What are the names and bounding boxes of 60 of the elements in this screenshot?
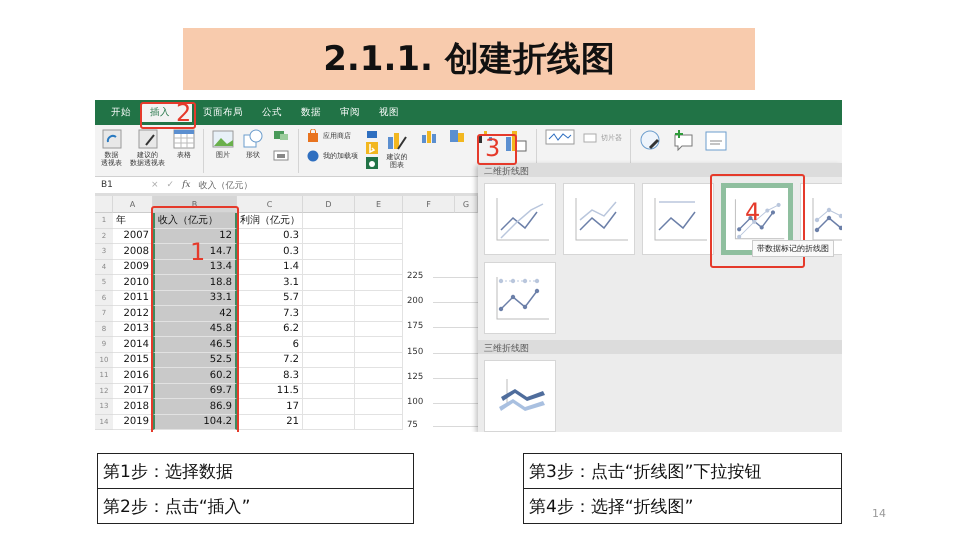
step-number: 4 bbox=[745, 200, 760, 224]
table-cell: 104.2 bbox=[153, 414, 237, 430]
table-cell: 8.3 bbox=[237, 368, 303, 384]
section-header: 二维折线图 bbox=[478, 163, 842, 177]
table-cell: 42 bbox=[153, 306, 237, 322]
axis-label: 200 bbox=[407, 296, 424, 306]
table-cell: 6.2 bbox=[237, 322, 303, 337]
page-number: 14 bbox=[872, 507, 886, 520]
axis-label: 100 bbox=[407, 397, 424, 407]
table-cell: 46.5 bbox=[153, 337, 237, 352]
table-cell: 1.4 bbox=[237, 260, 303, 275]
formula-content[interactable]: 收入（亿元） bbox=[198, 178, 253, 192]
table-cell: 3.1 bbox=[237, 275, 303, 290]
ribbon-tab[interactable]: 视图 bbox=[371, 104, 407, 122]
column-header[interactable]: G bbox=[455, 196, 478, 213]
table-cell: 收入（亿元） bbox=[153, 213, 237, 228]
ribbon-tab[interactable]: 页面布局 bbox=[195, 104, 251, 122]
step-text: 第4步：选择“折线图” bbox=[528, 496, 694, 518]
table-cell: 11.5 bbox=[237, 384, 303, 399]
table-cell: 21 bbox=[237, 414, 303, 430]
table-cell: 52.5 bbox=[153, 352, 237, 368]
table-cell: 0.3 bbox=[237, 244, 303, 260]
ribbon-tab[interactable]: 开始 bbox=[103, 104, 139, 122]
table-cell: 33.1 bbox=[153, 290, 237, 306]
axis-label: 150 bbox=[407, 347, 424, 357]
table-cell: 60.2 bbox=[153, 368, 237, 384]
table-cell: 7.2 bbox=[237, 352, 303, 368]
slide-title: 2.1.1. 创建折线图 bbox=[183, 28, 755, 90]
axis-label: 75 bbox=[407, 420, 418, 430]
table-cell: 13.4 bbox=[153, 260, 237, 275]
table-cell: 利润（亿元） bbox=[237, 213, 303, 228]
step-text: 第3步：点击“折线图”下拉按钮 bbox=[524, 454, 841, 489]
ribbon-tab[interactable]: 审阅 bbox=[332, 104, 368, 122]
table-cell: 12 bbox=[153, 228, 237, 244]
ribbon-tab[interactable]: 数据 bbox=[293, 104, 329, 122]
table-cell: 69.7 bbox=[153, 384, 237, 399]
column-header[interactable]: C bbox=[237, 196, 303, 213]
function-icon[interactable]: fx bbox=[182, 180, 191, 190]
table-cell: 86.9 bbox=[153, 399, 237, 414]
section-header: 三维折线图 bbox=[478, 340, 842, 354]
table-cell: 5.7 bbox=[237, 290, 303, 306]
axis-label: 225 bbox=[407, 271, 424, 281]
table-cell: 17 bbox=[237, 399, 303, 414]
axis-label: 125 bbox=[407, 372, 424, 382]
column-header[interactable]: A bbox=[113, 196, 153, 213]
tooltip: 带数据标记的折线图 bbox=[752, 240, 834, 257]
column-header[interactable]: F bbox=[403, 196, 455, 213]
step-number: 3 bbox=[485, 136, 500, 160]
table-cell: 0.3 bbox=[237, 228, 303, 244]
table-cell: 6 bbox=[237, 337, 303, 352]
column-header[interactable]: E bbox=[355, 196, 403, 213]
step-text: 第2步：点击“插入” bbox=[102, 496, 252, 518]
ribbon-tab[interactable]: 公式 bbox=[254, 104, 290, 122]
table-cell: 7.3 bbox=[237, 306, 303, 322]
step-text: 第1步：选择数据 bbox=[98, 454, 413, 489]
table-cell: 18.8 bbox=[153, 275, 237, 290]
axis-label: 175 bbox=[407, 321, 424, 331]
column-header[interactable]: D bbox=[303, 196, 355, 213]
table-cell: 45.8 bbox=[153, 322, 237, 337]
cell-reference[interactable]: B1 bbox=[101, 180, 143, 190]
